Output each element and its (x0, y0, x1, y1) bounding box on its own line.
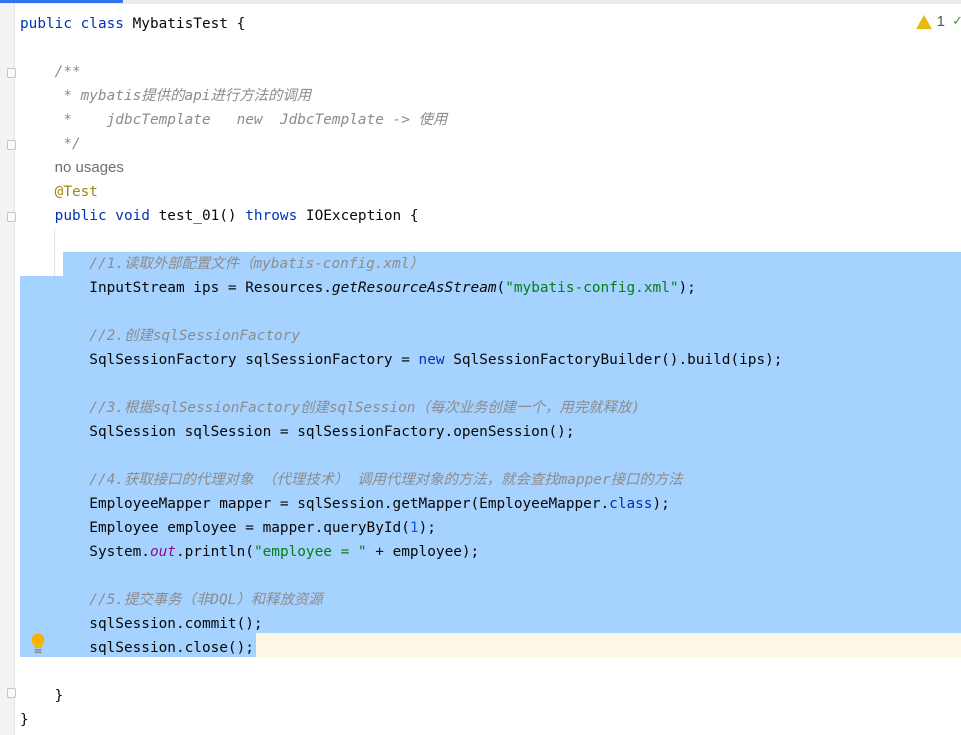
code-editor[interactable]: public class MybatisTest { /** * mybatis… (20, 12, 782, 732)
usages-hint[interactable]: no usages (55, 159, 124, 176)
code-token: getResourceAsStream (331, 280, 497, 296)
code-line[interactable] (20, 300, 782, 324)
code-line[interactable]: */ (20, 132, 782, 156)
code-token: public class (20, 16, 133, 32)
code-line[interactable]: } (20, 684, 782, 708)
code-token: ( (496, 280, 506, 296)
code-line[interactable]: no usages (20, 156, 782, 180)
code-line[interactable]: System.out.println("employee = " + emplo… (20, 540, 782, 564)
code-line[interactable]: SqlSessionFactory sqlSessionFactory = ne… (20, 348, 782, 372)
code-line[interactable]: * mybatis提供的api进行方法的调用 (20, 84, 782, 108)
code-token: MybatisTest { (132, 16, 246, 32)
code-token: test_01() (158, 208, 246, 224)
code-line[interactable]: Employee employee = mapper.queryById(1); (20, 516, 782, 540)
fold-marker-icon[interactable] (7, 140, 16, 150)
code-token: @Test (20, 184, 98, 200)
code-token: //1.读取外部配置文件（mybatis-config.xml） (20, 256, 424, 272)
code-token: SqlSessionFactoryBuilder().build(ips); (453, 352, 783, 368)
code-line[interactable]: //1.读取外部配置文件（mybatis-config.xml） (20, 252, 782, 276)
code-token: IOException { (305, 208, 419, 224)
check-icon: ✓ (952, 14, 961, 29)
code-token: + employee); (366, 544, 480, 560)
code-line[interactable] (20, 564, 782, 588)
code-token: out (149, 544, 176, 560)
code-token: "employee = " (253, 544, 367, 560)
warning-icon (915, 14, 932, 29)
code-token: InputStream ips = Resources. (20, 280, 332, 296)
code-token: ); (418, 520, 436, 536)
fold-marker-icon[interactable] (7, 68, 16, 78)
code-token: SqlSessionFactory sqlSessionFactory = (20, 352, 419, 368)
code-token: SqlSession sqlSession = sqlSessionFactor… (20, 424, 575, 440)
code-token: .println( (175, 544, 254, 560)
code-line[interactable]: sqlSession.commit(); (20, 612, 782, 636)
code-token: sqlSession.close(); (20, 640, 254, 656)
code-line[interactable]: public class MybatisTest { (20, 12, 782, 36)
editor-tab-strip (0, 0, 961, 4)
code-line[interactable] (20, 660, 782, 684)
code-line[interactable]: InputStream ips = Resources.getResourceA… (20, 276, 782, 300)
code-token: EmployeeMapper mapper = sqlSession.getMa… (20, 496, 610, 512)
active-tab-indicator[interactable] (0, 0, 123, 3)
code-line[interactable]: //4.获取接口的代理对象 （代理技术） 调用代理对象的方法，就会查找mappe… (20, 468, 782, 492)
code-token: */ (20, 136, 81, 152)
code-line[interactable]: @Test (20, 180, 782, 204)
code-line[interactable]: //2.创建sqlSessionFactory (20, 324, 782, 348)
code-token: //3.根据sqlSessionFactory创建sqlSession（每次业务… (20, 400, 640, 416)
code-line[interactable]: } (20, 708, 782, 732)
code-token: } (20, 688, 64, 704)
code-token: } (20, 712, 29, 728)
code-token: * jdbcTemplate new JdbcTemplate -> 使用 (20, 112, 448, 128)
code-line[interactable]: EmployeeMapper mapper = sqlSession.getMa… (20, 492, 782, 516)
code-line[interactable] (20, 228, 782, 252)
code-token: new (418, 352, 454, 368)
code-token: 1 (409, 520, 419, 536)
code-line[interactable]: * jdbcTemplate new JdbcTemplate -> 使用 (20, 108, 782, 132)
editor-gutter (0, 4, 16, 735)
code-token: System. (20, 544, 150, 560)
fold-marker-icon[interactable] (7, 688, 16, 698)
code-token: /** (20, 64, 81, 80)
code-line[interactable] (20, 444, 782, 468)
code-line[interactable]: sqlSession.close(); (20, 636, 782, 660)
code-line[interactable] (20, 372, 782, 396)
code-line[interactable]: SqlSession sqlSession = sqlSessionFactor… (20, 420, 782, 444)
code-token: //4.获取接口的代理对象 （代理技术） 调用代理对象的方法，就会查找mappe… (20, 472, 683, 488)
code-line[interactable]: //5.提交事务（非DQL）和释放资源 (20, 588, 782, 612)
code-token: * mybatis提供的api进行方法的调用 (20, 88, 312, 104)
code-token: //2.创建sqlSessionFactory (20, 328, 301, 344)
code-token: ); (652, 496, 670, 512)
code-line[interactable]: public void test_01() throws IOException… (20, 204, 782, 228)
inspection-widget[interactable]: 1 (915, 13, 945, 30)
fold-marker-icon[interactable] (7, 212, 16, 222)
code-token: //5.提交事务（非DQL）和释放资源 (20, 592, 323, 608)
code-token: ); (678, 280, 696, 296)
warning-count: 1 (936, 13, 945, 30)
code-token: sqlSession.commit(); (20, 616, 263, 632)
code-token: class (609, 496, 653, 512)
code-token: "mybatis-config.xml" (505, 280, 679, 296)
code-token: Employee employee = mapper.queryById( (20, 520, 410, 536)
code-line[interactable]: //3.根据sqlSessionFactory创建sqlSession（每次业务… (20, 396, 782, 420)
code-line[interactable]: /** (20, 60, 782, 84)
code-token: throws (245, 208, 306, 224)
code-token: public void (20, 208, 159, 224)
code-line[interactable] (20, 36, 782, 60)
